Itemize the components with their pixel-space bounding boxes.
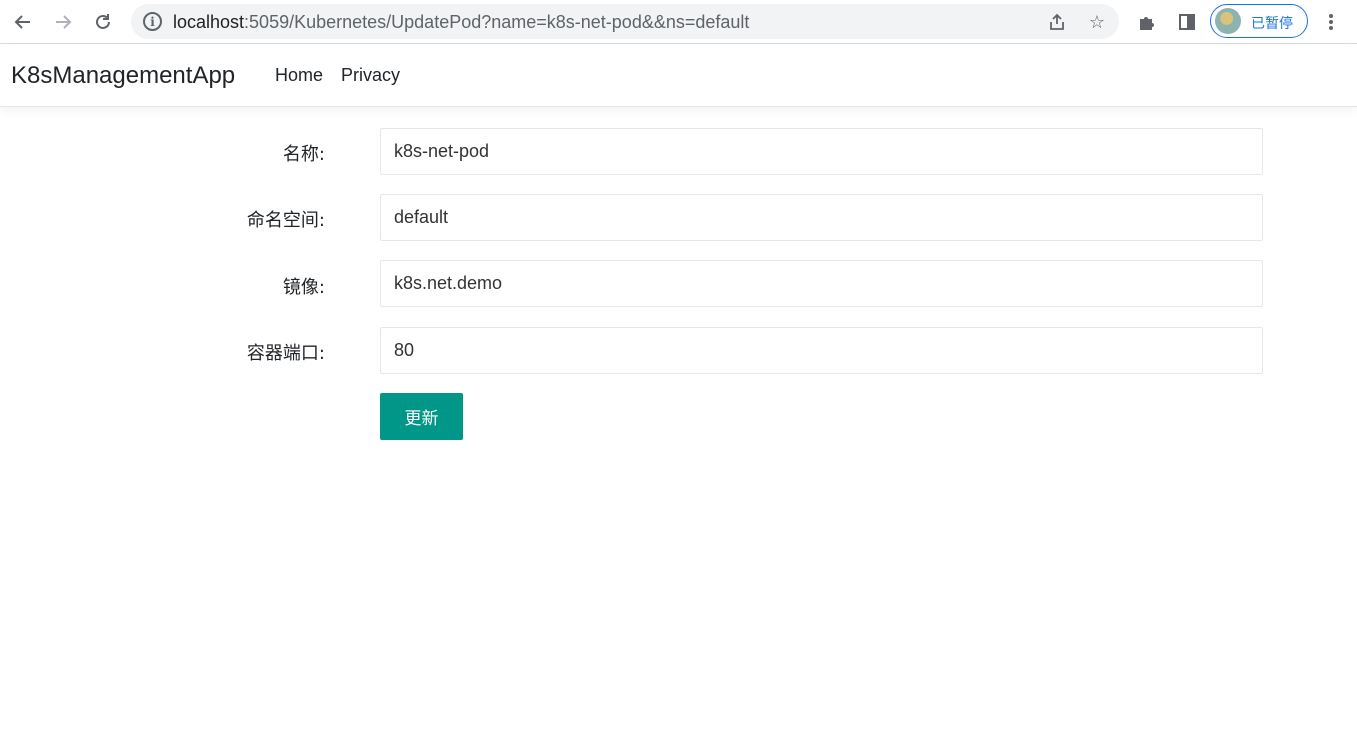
container-port-field[interactable]: [380, 327, 1263, 374]
side-panel-icon[interactable]: [1174, 9, 1200, 35]
nav-link-home[interactable]: Home: [275, 65, 323, 86]
namespace-label: 命名空间:: [246, 210, 325, 231]
profile-button[interactable]: 已暂停: [1210, 4, 1308, 38]
address-bar[interactable]: i localhost:5059/Kubernetes/UpdatePod?na…: [131, 4, 1119, 39]
site-info-icon[interactable]: i: [143, 12, 162, 31]
extensions-icon[interactable]: [1134, 9, 1160, 35]
brand-link[interactable]: K8sManagementApp: [11, 62, 235, 90]
url-host: localhost: [173, 12, 245, 32]
name-label: 名称:: [282, 144, 325, 165]
reload-icon[interactable]: [89, 8, 117, 36]
update-button[interactable]: 更新: [380, 393, 463, 440]
back-icon[interactable]: [9, 8, 37, 36]
profile-status: 已暂停: [1251, 16, 1293, 32]
share-icon[interactable]: [1046, 11, 1068, 33]
image-field[interactable]: [380, 260, 1263, 307]
name-field[interactable]: [380, 128, 1263, 175]
menu-icon[interactable]: [1318, 9, 1344, 35]
browser-toolbar: i localhost:5059/Kubernetes/UpdatePod?na…: [0, 0, 1357, 44]
url-text[interactable]: localhost:5059/Kubernetes/UpdatePod?name…: [173, 12, 749, 33]
star-icon[interactable]: ☆: [1086, 11, 1108, 33]
namespace-field[interactable]: [380, 194, 1263, 241]
image-label: 镜像:: [282, 277, 325, 298]
container-port-label: 容器端口:: [246, 343, 325, 364]
url-path: :5059/Kubernetes/UpdatePod?name=k8s-net-…: [244, 12, 750, 32]
avatar: [1215, 8, 1241, 34]
nav-link-privacy[interactable]: Privacy: [341, 65, 400, 86]
forward-icon[interactable]: [49, 8, 77, 36]
app-navbar: K8sManagementApp Home Privacy: [0, 45, 1357, 107]
